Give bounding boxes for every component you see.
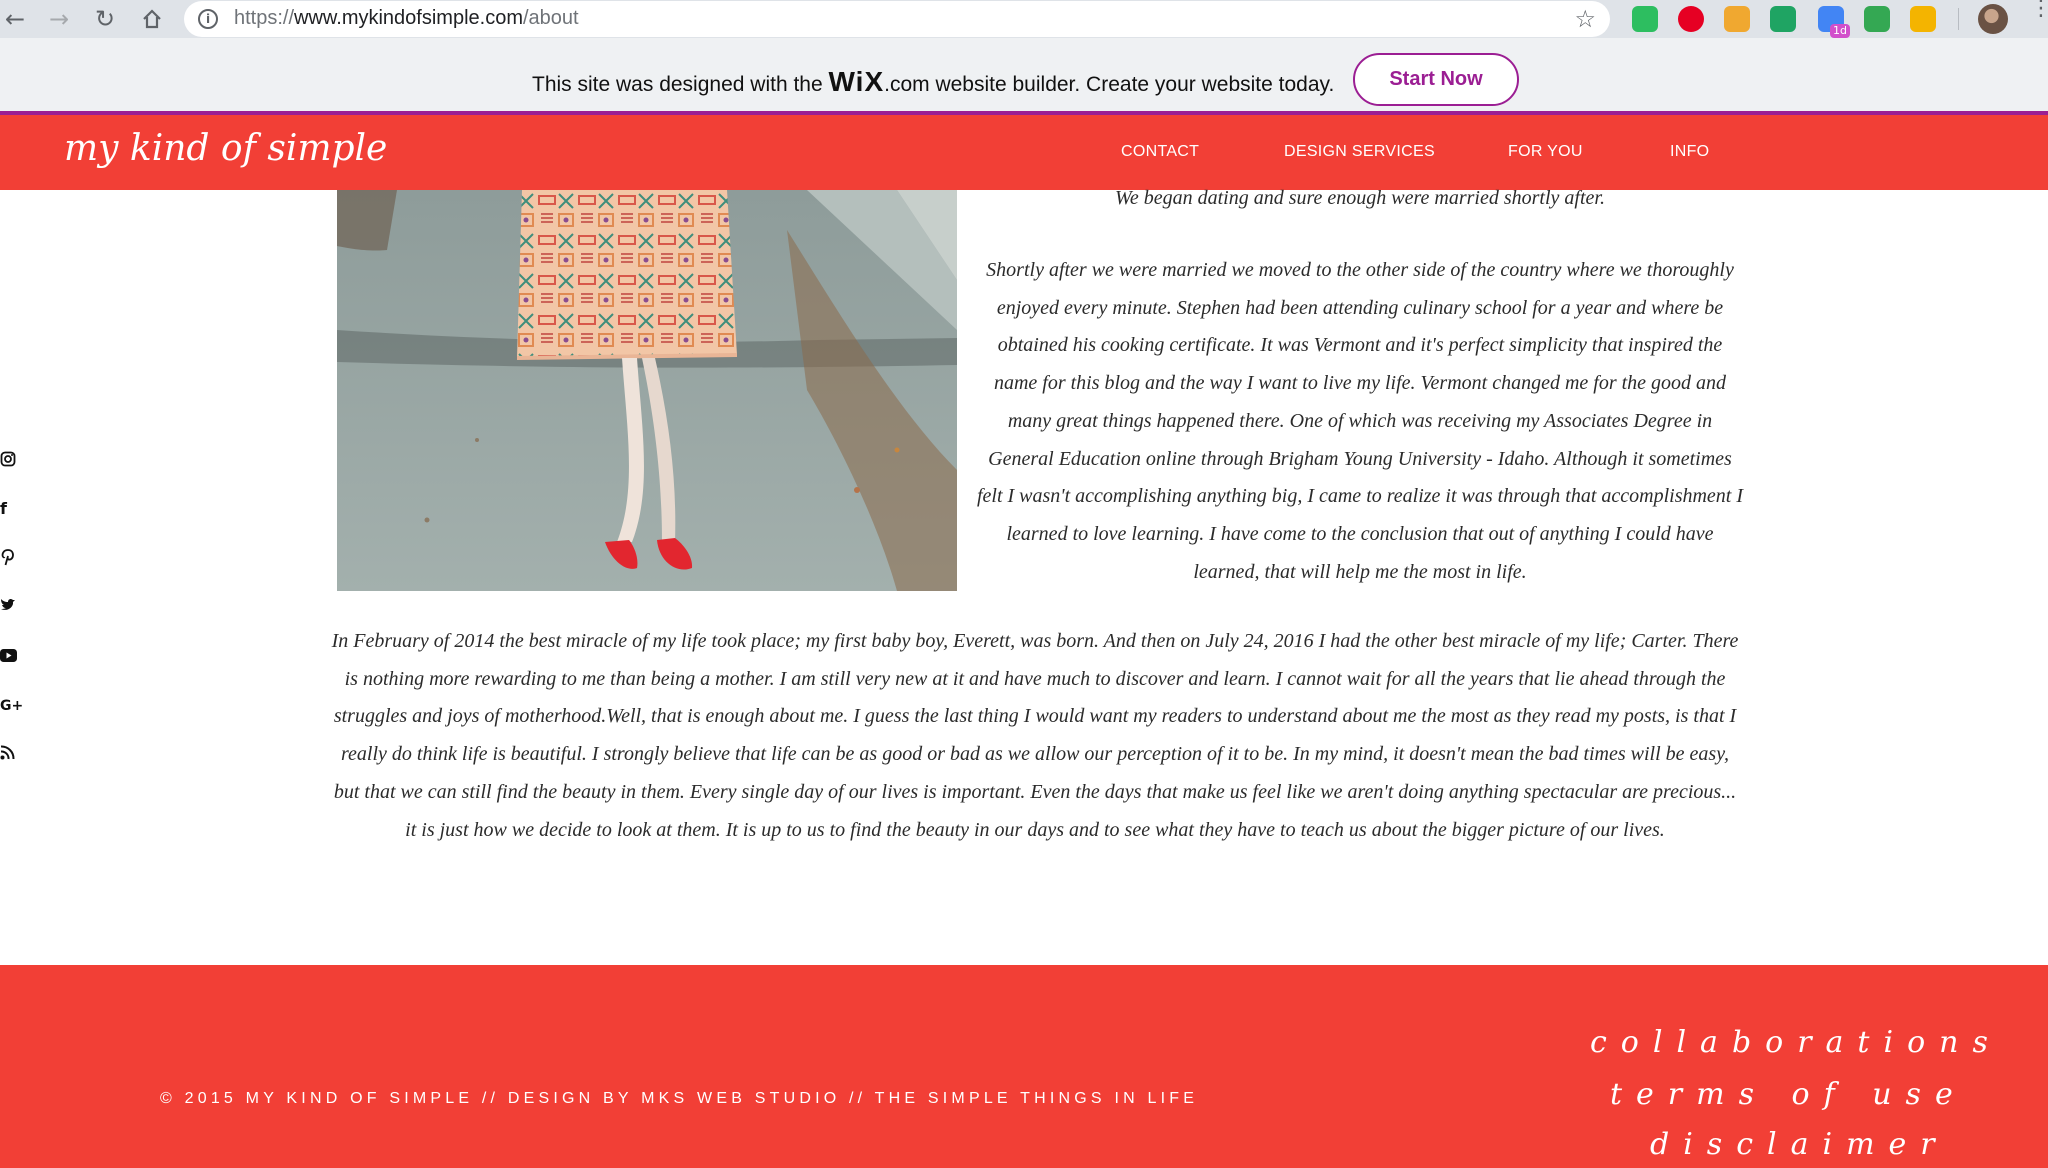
evernote-icon[interactable] — [1632, 6, 1658, 32]
calendar-icon[interactable]: 1d — [1818, 6, 1850, 38]
twitter-icon[interactable] — [0, 597, 18, 617]
url-scheme: https:// — [234, 7, 295, 29]
facebook-icon[interactable]: f — [0, 499, 18, 519]
color-picker-icon[interactable] — [1910, 6, 1936, 32]
url-text[interactable]: https://www.mykindofsimple.com/about — [234, 7, 579, 30]
footer-link-terms-of-use[interactable]: terms of use — [1610, 1077, 1967, 1112]
forward-arrow-icon[interactable]: → — [44, 4, 74, 34]
google-drive-icon[interactable] — [1770, 6, 1796, 32]
about-paragraph-2: Shortly after we were married we moved t… — [976, 259, 1744, 583]
site-info-icon[interactable]: i — [198, 9, 218, 29]
pinterest-icon[interactable] — [1678, 6, 1704, 32]
nav-for-you[interactable]: FOR YOU — [1508, 143, 1583, 161]
site-logo[interactable]: my kind of simple — [64, 128, 387, 169]
bookmark-star-icon[interactable]: ☆ — [1574, 5, 1596, 33]
url-path: /about — [522, 7, 579, 29]
site-footer: © 2015 MY KIND OF SIMPLE // DESIGN BY MK… — [0, 965, 2048, 1168]
start-now-button[interactable]: Start Now — [1353, 53, 1519, 106]
footer-link-collaborations[interactable]: collaborations — [1590, 1025, 2002, 1060]
amazon-assistant-icon[interactable] — [1724, 6, 1750, 32]
youtube-icon[interactable] — [0, 647, 18, 667]
footer-copyright: © 2015 MY KIND OF SIMPLE // DESIGN BY MK… — [160, 1090, 1199, 1107]
extension-badge: 1d — [1830, 24, 1850, 38]
woman-in-dress-photo — [337, 190, 957, 591]
about-photo — [337, 190, 957, 591]
about-paragraph-3: In February of 2014 the best miracle of … — [331, 630, 1739, 841]
checkmark-icon[interactable] — [1864, 6, 1890, 32]
reload-icon[interactable]: ↻ — [90, 4, 120, 34]
wix-text-before: This site was designed with the — [532, 73, 829, 96]
about-paragraph-1: We began dating and sure enough were mar… — [1115, 187, 1605, 209]
address-bar[interactable]: i https://www.mykindofsimple.com/about ☆ — [184, 1, 1610, 37]
toolbar-divider — [1958, 8, 1959, 30]
google-plus-icon[interactable]: G+ — [0, 696, 23, 716]
nav-info[interactable]: INFO — [1670, 143, 1709, 161]
home-icon[interactable] — [137, 4, 167, 34]
wix-banner-text: This site was designed with the WiX.com … — [532, 66, 1334, 98]
wix-logo: WiX — [828, 66, 885, 97]
footer-link-disclaimer[interactable]: disclaimer — [1650, 1127, 1949, 1162]
nav-contact[interactable]: CONTACT — [1121, 143, 1199, 161]
site-header: my kind of simple CONTACT DESIGN SERVICE… — [0, 115, 2048, 190]
browser-toolbar: ← → ↻ i https://www.mykindofsimple.com/a… — [0, 0, 2048, 38]
instagram-icon[interactable] — [0, 451, 18, 471]
menu-dots-icon[interactable]: ⋮ — [2030, 0, 2048, 34]
nav-design-services[interactable]: DESIGN SERVICES — [1284, 143, 1435, 161]
pinterest-icon[interactable] — [0, 548, 18, 568]
back-arrow-icon[interactable]: ← — [0, 4, 30, 34]
wix-promo-banner: This site was designed with the WiX.com … — [0, 38, 2048, 115]
profile-avatar[interactable] — [1978, 4, 2008, 34]
url-host: www.mykindofsimple.com — [294, 7, 523, 29]
wix-text-after: .com website builder. Create your websit… — [884, 73, 1335, 96]
rss-icon[interactable] — [0, 745, 18, 765]
